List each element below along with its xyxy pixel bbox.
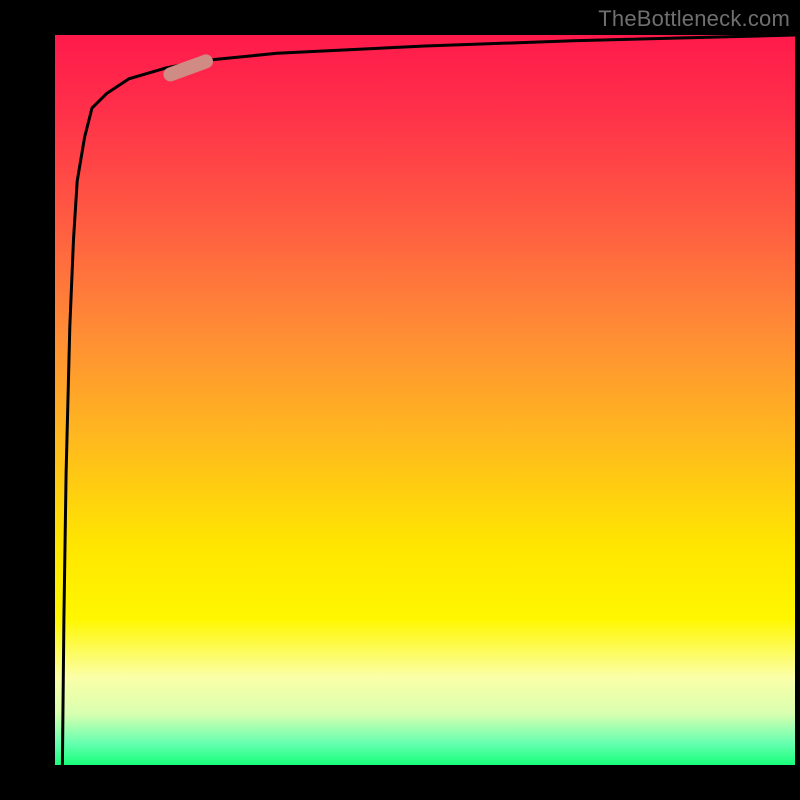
chart-frame: TheBottleneck.com: [0, 0, 800, 800]
capsule-marker: [161, 52, 214, 83]
attribution-text: TheBottleneck.com: [598, 6, 790, 32]
plot-overlay: [55, 35, 795, 765]
plot-area: [55, 35, 795, 765]
performance-curve: [62, 35, 795, 765]
